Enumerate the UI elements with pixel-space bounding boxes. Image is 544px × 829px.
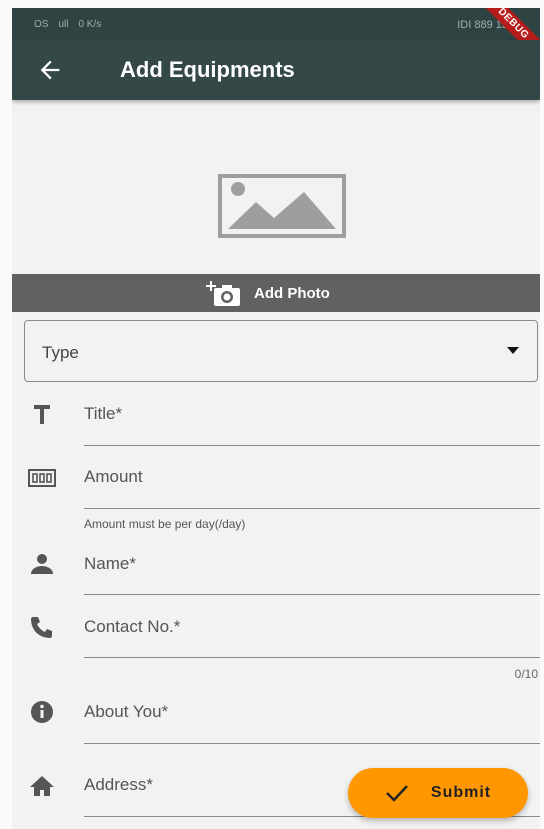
- money-icon: [28, 469, 56, 487]
- check-icon: [386, 785, 408, 802]
- contact-counter: 0/10: [514, 667, 538, 681]
- address-field[interactable]: Address*: [84, 775, 153, 795]
- arrow-back-icon[interactable]: [36, 56, 64, 84]
- person-icon: [31, 554, 53, 574]
- home-icon: [30, 776, 54, 796]
- page-title: Add Equipments: [120, 57, 295, 82]
- type-label: Type: [42, 343, 79, 362]
- type-dropdown[interactable]: Type: [24, 320, 538, 382]
- image-preview[interactable]: [12, 100, 540, 274]
- signal-indicator: ull: [58, 19, 69, 30]
- app-frame: OS ull 0 K/s IDI 889 13 DEBUG Add Equipm…: [12, 8, 540, 829]
- amount-underline: [84, 508, 540, 509]
- name-field[interactable]: Name*: [84, 554, 136, 574]
- submit-label: Submit: [430, 784, 492, 801]
- amount-field[interactable]: Amount: [84, 467, 143, 487]
- contact-field[interactable]: Contact No.*: [84, 617, 180, 637]
- amount-helper-text: Amount must be per day(/day): [84, 517, 246, 531]
- submit-button[interactable]: Submit: [348, 768, 528, 818]
- about-underline: [84, 743, 540, 744]
- image-icon: [218, 174, 346, 238]
- network-indicator: OS: [34, 19, 49, 30]
- phone-icon: [31, 617, 52, 638]
- arrow-drop-down-icon: [507, 347, 519, 354]
- add-a-photo-icon: [206, 281, 240, 306]
- title-field[interactable]: Title*: [84, 404, 122, 424]
- info-icon: [31, 701, 53, 723]
- about-field[interactable]: About You*: [84, 702, 168, 722]
- status-bar: OS ull 0 K/s IDI 889 13 DEBUG: [12, 8, 540, 69]
- add-photo-button[interactable]: Add Photo: [12, 274, 540, 312]
- name-underline: [84, 594, 540, 595]
- contact-underline: [84, 657, 540, 658]
- speed-indicator: 0 K/s: [78, 19, 102, 30]
- app-bar: Add Equipments: [12, 40, 540, 100]
- add-photo-label: Add Photo: [254, 284, 330, 302]
- title-underline: [84, 445, 540, 446]
- text-icon: [34, 405, 50, 424]
